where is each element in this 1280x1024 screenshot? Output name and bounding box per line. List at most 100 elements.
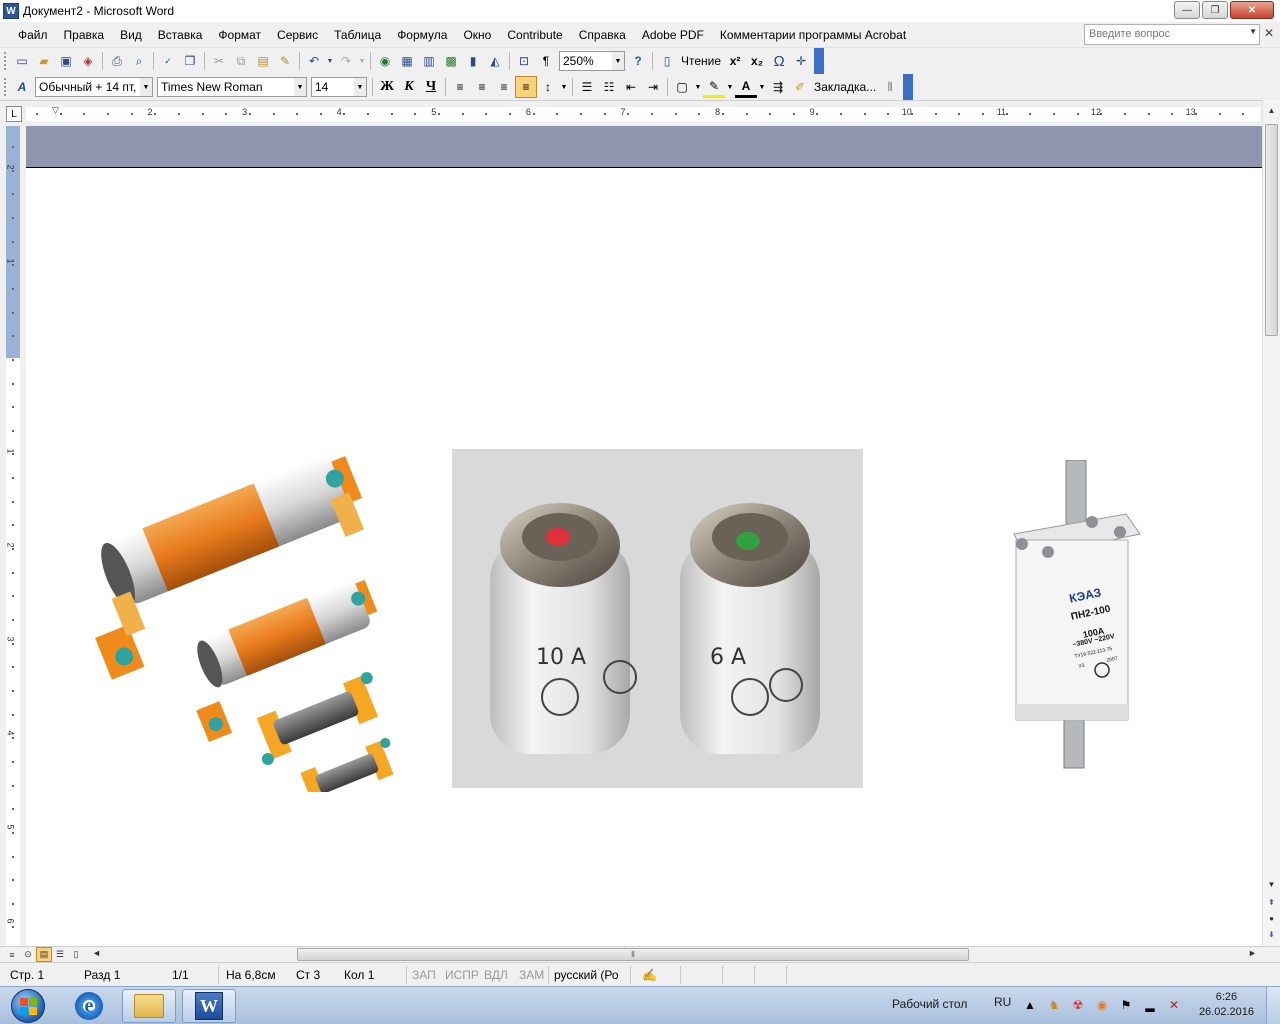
drawing-icon[interactable]: ◭ [484, 50, 506, 72]
print-preview-icon[interactable]: ⌕ [128, 50, 150, 72]
insert-symbol-button[interactable]: Ω [768, 50, 790, 72]
toolbar-options-icon[interactable] [814, 48, 825, 74]
status-overtype[interactable]: ЗАМ [519, 968, 544, 982]
permission-icon[interactable]: ◈ [77, 50, 99, 72]
menu-tools[interactable]: Сервис [269, 28, 326, 42]
line-spacing-dropdown-icon[interactable]: ▼ [559, 76, 569, 98]
status-record-macro[interactable]: ЗАП [412, 968, 436, 982]
menu-acrobat-comments[interactable]: Комментарии программы Acrobat [712, 28, 914, 42]
toolbar-grip[interactable] [4, 52, 8, 70]
status-track-changes[interactable]: ИСПР [445, 968, 479, 982]
increase-indent-icon[interactable]: ⇥ [642, 76, 664, 98]
web-view-icon[interactable]: ⊙ [20, 947, 36, 962]
line-spacing-icon[interactable]: ↕ [537, 76, 559, 98]
status-extend-selection[interactable]: ВДЛ [484, 968, 508, 982]
menu-contribute[interactable]: Contribute [499, 28, 570, 42]
menu-help[interactable]: Справка [571, 28, 634, 42]
font-select[interactable]: Times New Roman ▼ [157, 77, 307, 97]
borders-dropdown-icon[interactable]: ▼ [693, 76, 703, 98]
format-painter-icon[interactable]: ✎ [274, 50, 296, 72]
close-button[interactable]: ✕ [1230, 1, 1274, 19]
outline-view-icon[interactable]: ☰ [52, 947, 68, 962]
chevron-down-icon[interactable]: ▼ [612, 52, 624, 70]
network-signal-icon[interactable]: ▂ [1142, 997, 1158, 1013]
help-icon[interactable]: ? [627, 50, 649, 72]
tray-app-icon[interactable]: ♞ [1046, 997, 1062, 1013]
italic-button[interactable]: К [398, 76, 420, 98]
menu-view[interactable]: Вид [112, 28, 150, 42]
paste-icon[interactable]: ▤ [252, 50, 274, 72]
paragraph-marks-icon[interactable]: ⇶ [767, 76, 789, 98]
next-page-icon[interactable]: ⇟ [1263, 926, 1280, 943]
desktop-toolbar-label[interactable]: Рабочий стол [892, 997, 967, 1011]
menu-insert[interactable]: Вставка [150, 28, 211, 42]
image-screw-fuses-photo[interactable]: 10 А 6 А [452, 449, 863, 788]
open-folder-icon[interactable]: ▰ [33, 50, 55, 72]
align-right-icon[interactable]: ≡ [493, 76, 515, 98]
print-layout-view-icon[interactable]: ▤ [36, 947, 52, 962]
select-browse-object-icon[interactable]: ● [1263, 910, 1280, 927]
document-map-icon[interactable]: ⊡ [513, 50, 535, 72]
chevron-down-icon[interactable]: ▼ [354, 78, 366, 96]
taskbar-explorer[interactable] [122, 989, 176, 1023]
menu-window[interactable]: Окно [455, 28, 499, 42]
tray-orange-icon[interactable]: ◉ [1094, 997, 1110, 1013]
tray-radiation-icon[interactable]: ☢ [1070, 997, 1086, 1013]
restore-button[interactable]: ❐ [1202, 1, 1228, 19]
redo-icon[interactable]: ↷ [335, 50, 357, 72]
menu-file[interactable]: Файл [0, 28, 56, 42]
superscript-button[interactable]: x² [724, 50, 746, 72]
redo-dropdown-icon[interactable]: ▼ [357, 50, 367, 72]
font-color-dropdown-icon[interactable]: ▼ [757, 76, 767, 98]
new-document-icon[interactable]: ▭ [11, 50, 33, 72]
insert-table-icon[interactable]: ▥ [418, 50, 440, 72]
justify-icon[interactable]: ≡ [515, 76, 537, 98]
undo-icon[interactable]: ↶ [303, 50, 325, 72]
chevron-down-icon[interactable]: ▼ [140, 78, 152, 96]
font-color-icon[interactable]: A [735, 76, 757, 98]
highlight-icon[interactable]: ✎ [703, 76, 725, 98]
bookmark-icon[interactable]: ✐ [789, 76, 811, 98]
decrease-indent-icon[interactable]: ⇤ [620, 76, 642, 98]
reading-mode-button[interactable]: Чтение [678, 54, 724, 68]
copy-icon[interactable]: ⧉ [230, 50, 252, 72]
horizontal-ruler[interactable]: L ▽ 2 3 4 5 6 7 8 9 10 11 12 13 [0, 100, 1280, 126]
insert-excel-icon[interactable]: ▩ [440, 50, 462, 72]
align-center-icon[interactable]: ≡ [471, 76, 493, 98]
minimize-button[interactable]: — [1174, 1, 1200, 19]
crosshair-icon[interactable]: ✛ [790, 50, 812, 72]
image-cylindrical-fuses[interactable] [54, 456, 414, 792]
bold-button[interactable]: Ж [376, 76, 398, 98]
styles-pane-icon[interactable]: A [11, 76, 33, 98]
save-icon[interactable]: ▣ [55, 50, 77, 72]
toolbar-grip[interactable] [4, 78, 8, 96]
borders-icon[interactable]: ▢ [671, 76, 693, 98]
acrobat-tool-icon[interactable]: ⦀ [879, 76, 901, 98]
close-document-button[interactable]: ✕ [1264, 26, 1274, 40]
menu-table[interactable]: Таблица [326, 28, 389, 42]
spelling-status-icon[interactable]: ✍ [642, 968, 657, 982]
horizontal-scroll-thumb[interactable]: ⦀ [297, 948, 969, 961]
chevron-down-icon[interactable]: ▼ [1249, 27, 1257, 36]
start-button[interactable] [2, 988, 54, 1024]
scroll-right-arrow-icon[interactable]: ► [1248, 948, 1257, 958]
menu-formula[interactable]: Формула [389, 28, 455, 42]
language-indicator[interactable]: RU [994, 995, 1011, 1009]
reading-view-icon[interactable]: ▯ [68, 947, 84, 962]
cut-icon[interactable]: ✂ [208, 50, 230, 72]
word-app-icon[interactable]: W [3, 3, 19, 19]
highlight-dropdown-icon[interactable]: ▼ [725, 76, 735, 98]
subscript-button[interactable]: x₂ [746, 50, 768, 72]
show-hidden-icons-icon[interactable]: ▲ [1022, 997, 1038, 1013]
menu-format[interactable]: Формат [210, 28, 269, 42]
scroll-up-arrow-icon[interactable]: ▲ [1263, 102, 1280, 119]
ask-question-input[interactable]: Введите вопрос ▼ [1084, 24, 1260, 45]
columns-icon[interactable]: ▮ [462, 50, 484, 72]
hyperlink-icon[interactable]: ◉ [374, 50, 396, 72]
chevron-down-icon[interactable]: ▼ [294, 78, 306, 96]
taskbar-word[interactable]: W [182, 989, 236, 1023]
bookmark-button[interactable]: Закладка... [811, 80, 879, 94]
vertical-scroll-thumb[interactable] [1265, 124, 1278, 336]
document-area[interactable]: 10 А 6 А КЭАЗ ПН2-100 100A ~380V ~220V Т… [26, 126, 1262, 946]
align-left-icon[interactable]: ≡ [449, 76, 471, 98]
